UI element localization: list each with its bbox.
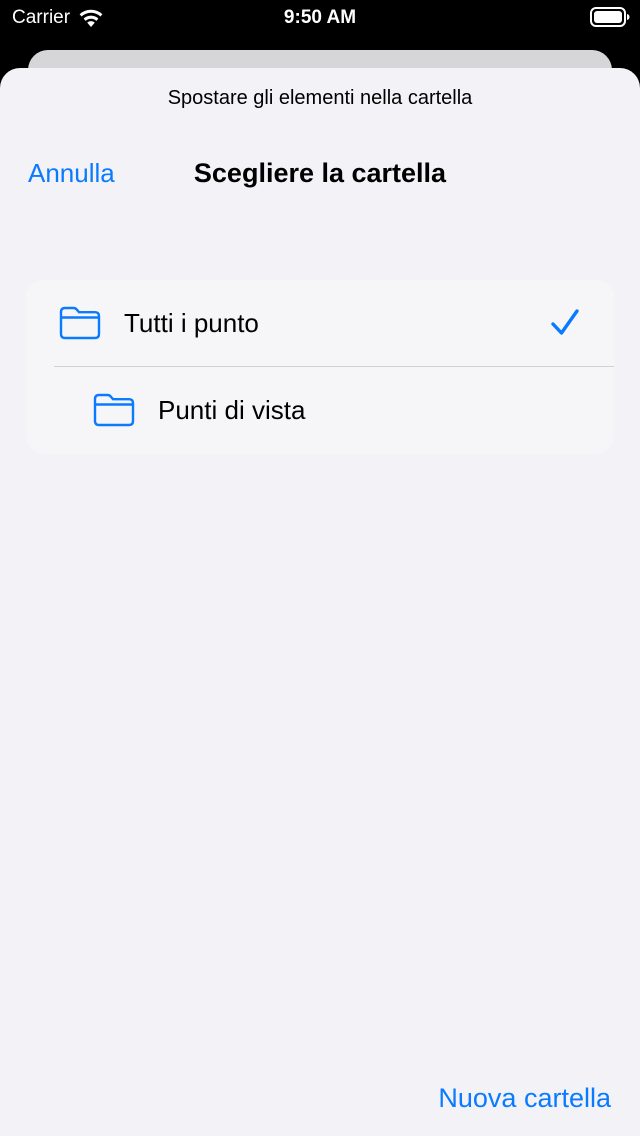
folder-row-punti-di-vista[interactable]: Punti di vista bbox=[26, 367, 614, 453]
folder-row-tutti-i-punto[interactable]: Tutti i punto bbox=[26, 280, 614, 366]
folder-label: Tutti i punto bbox=[124, 308, 259, 338]
page-title: Scegliere la cartella bbox=[193, 158, 447, 188]
folder-picker-sheet: Spostare gli elementi nella cartella Ann… bbox=[0, 68, 640, 1136]
status-time: 9:50 AM bbox=[283, 7, 357, 28]
folder-label: Punti di vista bbox=[158, 395, 306, 425]
checkmark-icon bbox=[551, 309, 579, 335]
battery-icon bbox=[590, 7, 630, 27]
folder-icon bbox=[59, 306, 101, 340]
new-folder-button[interactable]: Nuova cartella bbox=[438, 1080, 611, 1116]
folder-icon bbox=[93, 393, 135, 427]
folder-list: Tutti i punto Punti di vista bbox=[26, 280, 614, 454]
sheet-prompt: Spostare gli elementi nella cartella bbox=[167, 87, 473, 109]
status-bar: Carrier 9:50 AM bbox=[0, 0, 640, 36]
